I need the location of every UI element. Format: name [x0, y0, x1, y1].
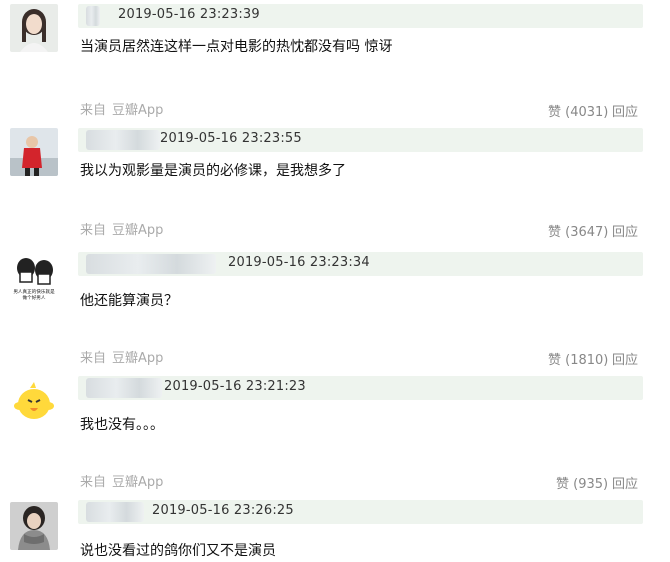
source-label: 来自 豆瓣App — [80, 471, 163, 490]
timestamp: 2019-05-16 23:23:39 — [118, 7, 260, 22]
comment-meta-bar: 2019-05-16 23:23:39 — [78, 4, 643, 28]
source-label: 来自 豆瓣App — [80, 347, 163, 366]
username-blurred[interactable] — [86, 254, 216, 274]
like-button[interactable]: 赞 (935) — [556, 473, 608, 492]
like-button[interactable]: 赞 (4031) — [548, 101, 608, 120]
reply-button[interactable]: 回应 — [612, 349, 638, 368]
girl-portrait-icon[interactable] — [10, 4, 58, 52]
cartoon-meme-icon[interactable]: 男人真正的快乐就是 做个好男人 — [10, 254, 58, 302]
comment-text: 我也没有。。。 — [80, 417, 164, 433]
timestamp: 2019-05-16 23:26:25 — [152, 503, 294, 518]
comment-text: 他还能算演员？ — [80, 293, 178, 309]
comment-meta-bar: 2019-05-16 23:21:23 — [78, 376, 643, 400]
reply-button[interactable]: 回应 — [612, 101, 638, 120]
source-prefix: 来自 — [80, 103, 107, 118]
comment-meta-bar: 2019-05-16 23:26:25 — [78, 500, 643, 524]
comment-meta-bar: 2019-05-16 23:23:34 — [78, 252, 643, 276]
reply-button[interactable]: 回应 — [612, 221, 638, 240]
source-label: 来自 豆瓣App — [80, 99, 163, 118]
source-prefix: 来自 — [80, 475, 107, 490]
source-label: 来自 豆瓣App — [80, 219, 163, 238]
comment-item: 2019-05-16 23:23:39 当演员居然连这样一点对电影的热忱都没有吗… — [0, 0, 670, 120]
username-blurred[interactable] — [86, 130, 160, 150]
timestamp: 2019-05-16 23:23:34 — [228, 255, 370, 270]
source-app-link[interactable]: 豆瓣App — [112, 223, 163, 238]
comment-text: 当演员居然连这样一点对电影的热忱都没有吗 惊讶 — [80, 39, 393, 55]
comment-item: 2019-05-16 23:21:23 我也没有。。。 来自 豆瓣App 赞 (9… — [0, 374, 670, 492]
comment-item: 2019-05-16 23:23:55 我以为观影量是演员的必修课，是我想多了 … — [0, 124, 670, 242]
source-prefix: 来自 — [80, 223, 107, 238]
timestamp: 2019-05-16 23:23:55 — [160, 131, 302, 146]
person-red-jacket-icon[interactable] — [10, 128, 58, 176]
comment-item: 男人真正的快乐就是 做个好男人 2019-05-16 23:23:34 他还能算… — [0, 250, 670, 368]
reply-button[interactable]: 回应 — [612, 473, 638, 492]
username-blurred[interactable] — [86, 502, 144, 522]
source-app-link[interactable]: 豆瓣App — [112, 475, 163, 490]
yellow-chick-icon[interactable] — [10, 378, 58, 426]
avatar-caption-line2: 做个好男人 — [23, 294, 46, 301]
comment-item: 2019-05-16 23:26:25 说也没看过的鸽你们又不是演员 — [0, 498, 670, 562]
avatar-caption-line1: 男人真正的快乐就是 — [13, 288, 55, 295]
username-blurred[interactable] — [86, 6, 100, 26]
like-button[interactable]: 赞 (3647) — [548, 221, 608, 240]
source-app-link[interactable]: 豆瓣App — [112, 351, 163, 366]
source-app-link[interactable]: 豆瓣App — [112, 103, 163, 118]
username-blurred[interactable] — [86, 378, 162, 398]
timestamp: 2019-05-16 23:21:23 — [164, 379, 306, 394]
comment-meta-bar: 2019-05-16 23:23:55 — [78, 128, 643, 152]
person-gray-scarf-icon[interactable] — [10, 502, 58, 550]
comment-text: 我以为观影量是演员的必修课，是我想多了 — [80, 163, 346, 179]
like-button[interactable]: 赞 (1810) — [548, 349, 608, 368]
source-prefix: 来自 — [80, 351, 107, 366]
comment-text: 说也没看过的鸽你们又不是演员 — [80, 543, 276, 559]
